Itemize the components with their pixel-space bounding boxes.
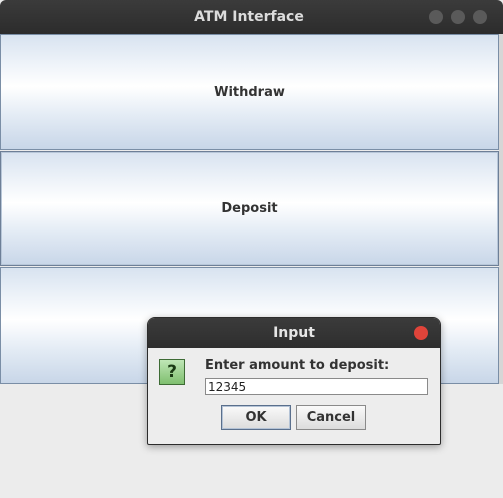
dialog-prompt: Enter amount to deposit: xyxy=(205,358,390,373)
question-icon: ? xyxy=(159,359,185,385)
close-icon[interactable] xyxy=(473,10,487,24)
input-dialog: Input ? Enter amount to deposit: OK Canc… xyxy=(147,317,441,445)
window-titlebar[interactable]: ATM Interface xyxy=(0,0,503,34)
cancel-button[interactable]: Cancel xyxy=(296,405,366,430)
maximize-icon[interactable] xyxy=(451,10,465,24)
deposit-button-label: Deposit xyxy=(221,201,278,216)
amount-input[interactable] xyxy=(205,378,428,395)
window-edge xyxy=(499,34,503,384)
withdraw-button-label: Withdraw xyxy=(214,84,285,100)
deposit-button[interactable]: Deposit xyxy=(0,151,499,266)
dialog-title: Input xyxy=(273,325,315,341)
dialog-close-icon[interactable] xyxy=(414,326,428,340)
ok-button[interactable]: OK xyxy=(221,405,291,430)
window-title: ATM Interface xyxy=(194,9,304,25)
withdraw-button[interactable]: Withdraw xyxy=(0,34,499,150)
minimize-icon[interactable] xyxy=(429,10,443,24)
dialog-titlebar[interactable]: Input xyxy=(148,318,440,348)
